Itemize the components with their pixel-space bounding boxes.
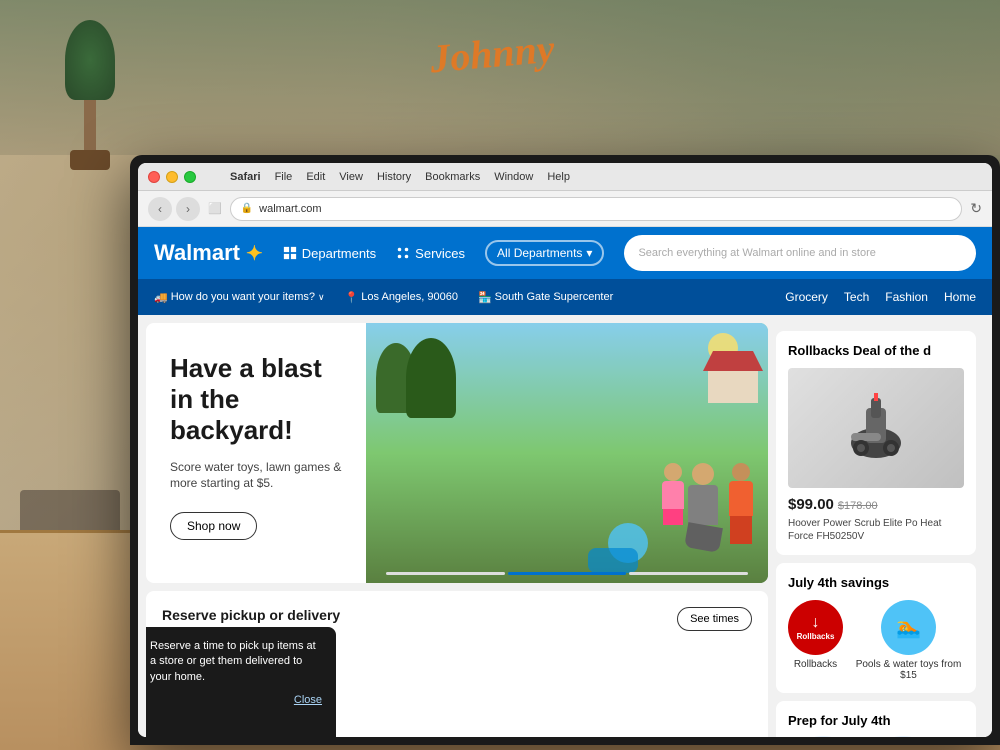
lock-icon: 🔒: [241, 203, 253, 214]
safari-menu[interactable]: Safari: [230, 171, 261, 183]
window-menu[interactable]: Window: [494, 171, 533, 183]
grid-icon: [283, 246, 297, 260]
location-text[interactable]: Los Angeles, 90060: [361, 291, 458, 303]
minimize-button[interactable]: [166, 171, 178, 183]
store-icon: 🏪: [478, 291, 492, 304]
rollback-card: Rollbacks Deal of the d: [776, 331, 976, 555]
tooltip-popup: Reserve a time to pick up items at a sto…: [146, 627, 336, 737]
menu-bar: Safari File Edit View History Bookmarks …: [216, 171, 570, 183]
services-nav[interactable]: Services: [396, 246, 465, 261]
vacuum-svg: [836, 388, 916, 468]
delivery-arrow: ∨: [318, 292, 325, 303]
traffic-lights: [148, 171, 196, 183]
help-menu[interactable]: Help: [547, 171, 570, 183]
tooltip-text: Reserve a time to pick up items at a sto…: [150, 640, 316, 683]
search-placeholder: Search everything at Walmart online and …: [638, 247, 875, 259]
shop-now-button[interactable]: Shop now: [170, 512, 257, 540]
hero-title: Have a blast in the backyard!: [170, 353, 342, 447]
pools-label: Pools & water toys from $15: [853, 659, 964, 681]
edit-menu[interactable]: Edit: [306, 171, 325, 183]
fashion-link[interactable]: Fashion: [885, 290, 928, 304]
grocery-link[interactable]: Grocery: [785, 290, 828, 304]
walmart-logo[interactable]: Walmart ✦: [154, 240, 263, 266]
shop-all-button-2[interactable]: Shop all: [868, 736, 938, 737]
walmart-main-content: Have a blast in the backyard! Score wate…: [138, 315, 992, 737]
shop-all-button-1[interactable]: Shop all: [788, 736, 858, 737]
progress-dot-3: [629, 572, 748, 575]
progress-dot-2: [508, 572, 627, 575]
category-pills: Grocery Tech Fashion Home: [785, 290, 976, 304]
laptop-frame: Safari File Edit View History Bookmarks …: [130, 155, 1000, 745]
walmart-spark: ✦: [246, 241, 263, 266]
departments-nav[interactable]: Departments: [283, 246, 376, 261]
hero-subtitle: Score water toys, lawn games & more star…: [170, 459, 342, 493]
july4-title: July 4th savings: [788, 575, 964, 590]
hero-image: [366, 323, 768, 583]
location-pin-icon: 📍: [345, 291, 359, 304]
pools-icon[interactable]: 🏊: [881, 600, 936, 655]
rollbacks-icon[interactable]: ↓ Rollbacks: [788, 600, 843, 655]
home-link[interactable]: Home: [944, 290, 976, 304]
tab-icon: ⬜: [208, 202, 222, 215]
july4-icons: ↓ Rollbacks Rollbacks 🏊 Pools & water to…: [788, 600, 964, 681]
product-name: Hoover Power Scrub Elite Po Heat Force F…: [788, 517, 964, 543]
prep-card: Prep for July 4th Shop all Shop all: [776, 701, 976, 737]
close-button[interactable]: [148, 171, 160, 183]
pools-icon-col: 🏊 Pools & water toys from $15: [853, 600, 964, 681]
nav-buttons: ‹ ›: [148, 197, 200, 221]
pickup-card: Reserve pickup or delivery See times Res…: [146, 591, 768, 737]
delivery-label[interactable]: How do you want your items?: [171, 291, 315, 303]
secondary-navbar: 🚚 How do you want your items? ∨ 📍 Los An…: [138, 279, 992, 315]
maximize-button[interactable]: [184, 171, 196, 183]
rollback-card-title: Rollbacks Deal of the d: [788, 343, 964, 358]
hero-section: Have a blast in the backyard! Score wate…: [146, 323, 768, 583]
reload-button[interactable]: ↻: [970, 200, 982, 217]
progress-dot-1: [386, 572, 505, 575]
walmart-navbar: Walmart ✦ Departments Services All Depar…: [138, 227, 992, 279]
search-bar[interactable]: Search everything at Walmart online and …: [624, 235, 976, 271]
product-price-current: $99.00: [788, 496, 834, 513]
url-text: walmart.com: [259, 203, 321, 215]
walmart-text: Walmart: [154, 240, 240, 266]
rollbacks-icon-col: ↓ Rollbacks Rollbacks: [788, 600, 843, 670]
browser-chrome: ‹ › ⬜ 🔒 walmart.com ↻: [138, 191, 992, 227]
rollbacks-label: Rollbacks: [794, 659, 837, 670]
departments-label: Departments: [302, 246, 376, 261]
address-bar[interactable]: 🔒 walmart.com: [230, 197, 963, 221]
pickup-title: Reserve pickup or delivery: [162, 607, 340, 623]
right-sidebar: Rollbacks Deal of the d: [776, 331, 976, 737]
tech-link[interactable]: Tech: [844, 290, 869, 304]
all-departments-button[interactable]: All Departments ▾: [485, 240, 604, 266]
screen: Safari File Edit View History Bookmarks …: [138, 163, 992, 737]
back-button[interactable]: ‹: [148, 197, 172, 221]
prep-title: Prep for July 4th: [788, 713, 964, 728]
store-text[interactable]: South Gate Supercenter: [495, 291, 614, 303]
services-label: Services: [415, 246, 465, 261]
forward-button[interactable]: ›: [176, 197, 200, 221]
july4-card: July 4th savings ↓ Rollbacks Rollbacks: [776, 563, 976, 693]
view-menu[interactable]: View: [339, 171, 363, 183]
delivery-icon: 🚚: [154, 291, 168, 304]
file-menu[interactable]: File: [275, 171, 293, 183]
bookmarks-menu[interactable]: Bookmarks: [425, 171, 480, 183]
services-icon: [396, 246, 410, 260]
product-price-original: $178.00: [838, 500, 878, 512]
product-image: [788, 368, 964, 488]
tooltip-close[interactable]: Close: [150, 693, 322, 708]
prep-icons: Shop all Shop all: [788, 736, 964, 737]
title-bar: Safari File Edit View History Bookmarks …: [138, 163, 992, 191]
history-menu[interactable]: History: [377, 171, 411, 183]
see-times-button[interactable]: See times: [677, 607, 752, 631]
